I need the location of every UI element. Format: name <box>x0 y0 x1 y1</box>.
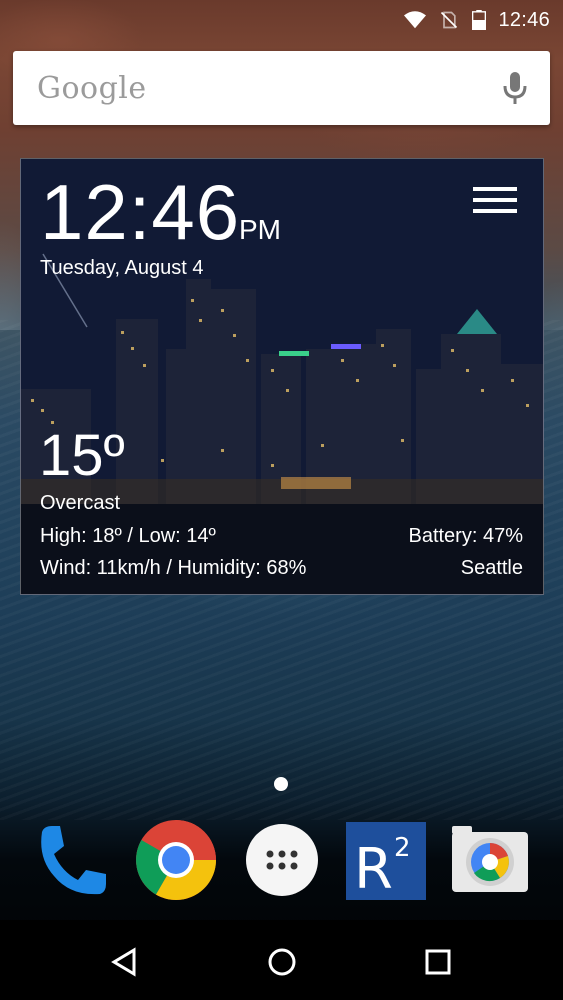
status-time: 12:46 <box>498 8 550 31</box>
google-logo: Google <box>37 70 147 106</box>
r2-app-icon[interactable]: R 2 <box>344 818 428 902</box>
widget-ampm: PM <box>239 214 281 245</box>
weather-clock-widget[interactable]: 12:46 PM Tuesday, August 4 15º Overcast … <box>20 158 544 595</box>
app-dock: R 2 <box>0 810 563 910</box>
widget-high-low: High: 18º / Low: 14º <box>40 525 216 547</box>
battery-icon <box>472 10 487 30</box>
mic-icon[interactable] <box>500 68 530 108</box>
camera-icon[interactable] <box>448 818 532 902</box>
svg-text:2: 2 <box>394 833 411 863</box>
widget-battery: Battery: 47% <box>408 525 523 547</box>
widget-wind-humidity: Wind: 11km/h / Humidity: 68% <box>40 557 307 579</box>
wifi-icon <box>404 11 427 29</box>
widget-condition: Overcast <box>40 492 121 514</box>
widget-date: Tuesday, August 4 <box>40 257 204 279</box>
widget-temperature: 15º <box>39 423 125 488</box>
home-icon[interactable] <box>262 942 302 982</box>
navigation-bar <box>0 920 563 1000</box>
back-icon[interactable] <box>104 942 144 982</box>
hamburger-menu-icon[interactable] <box>473 187 517 215</box>
svg-text:R: R <box>354 837 393 902</box>
phone-icon[interactable] <box>30 818 114 902</box>
widget-content: 12:46 PM Tuesday, August 4 15º Overcast … <box>21 159 543 594</box>
app-drawer-icon[interactable] <box>240 818 324 902</box>
no-sim-icon <box>441 11 458 29</box>
status-bar: 12:46 <box>0 0 563 40</box>
widget-location: Seattle <box>460 557 523 579</box>
page-indicator-dot <box>274 777 288 791</box>
chrome-icon[interactable] <box>134 818 218 902</box>
google-search-bar[interactable]: Google <box>13 51 550 125</box>
widget-clock: 12:46 <box>40 168 241 256</box>
recents-icon[interactable] <box>418 942 458 982</box>
